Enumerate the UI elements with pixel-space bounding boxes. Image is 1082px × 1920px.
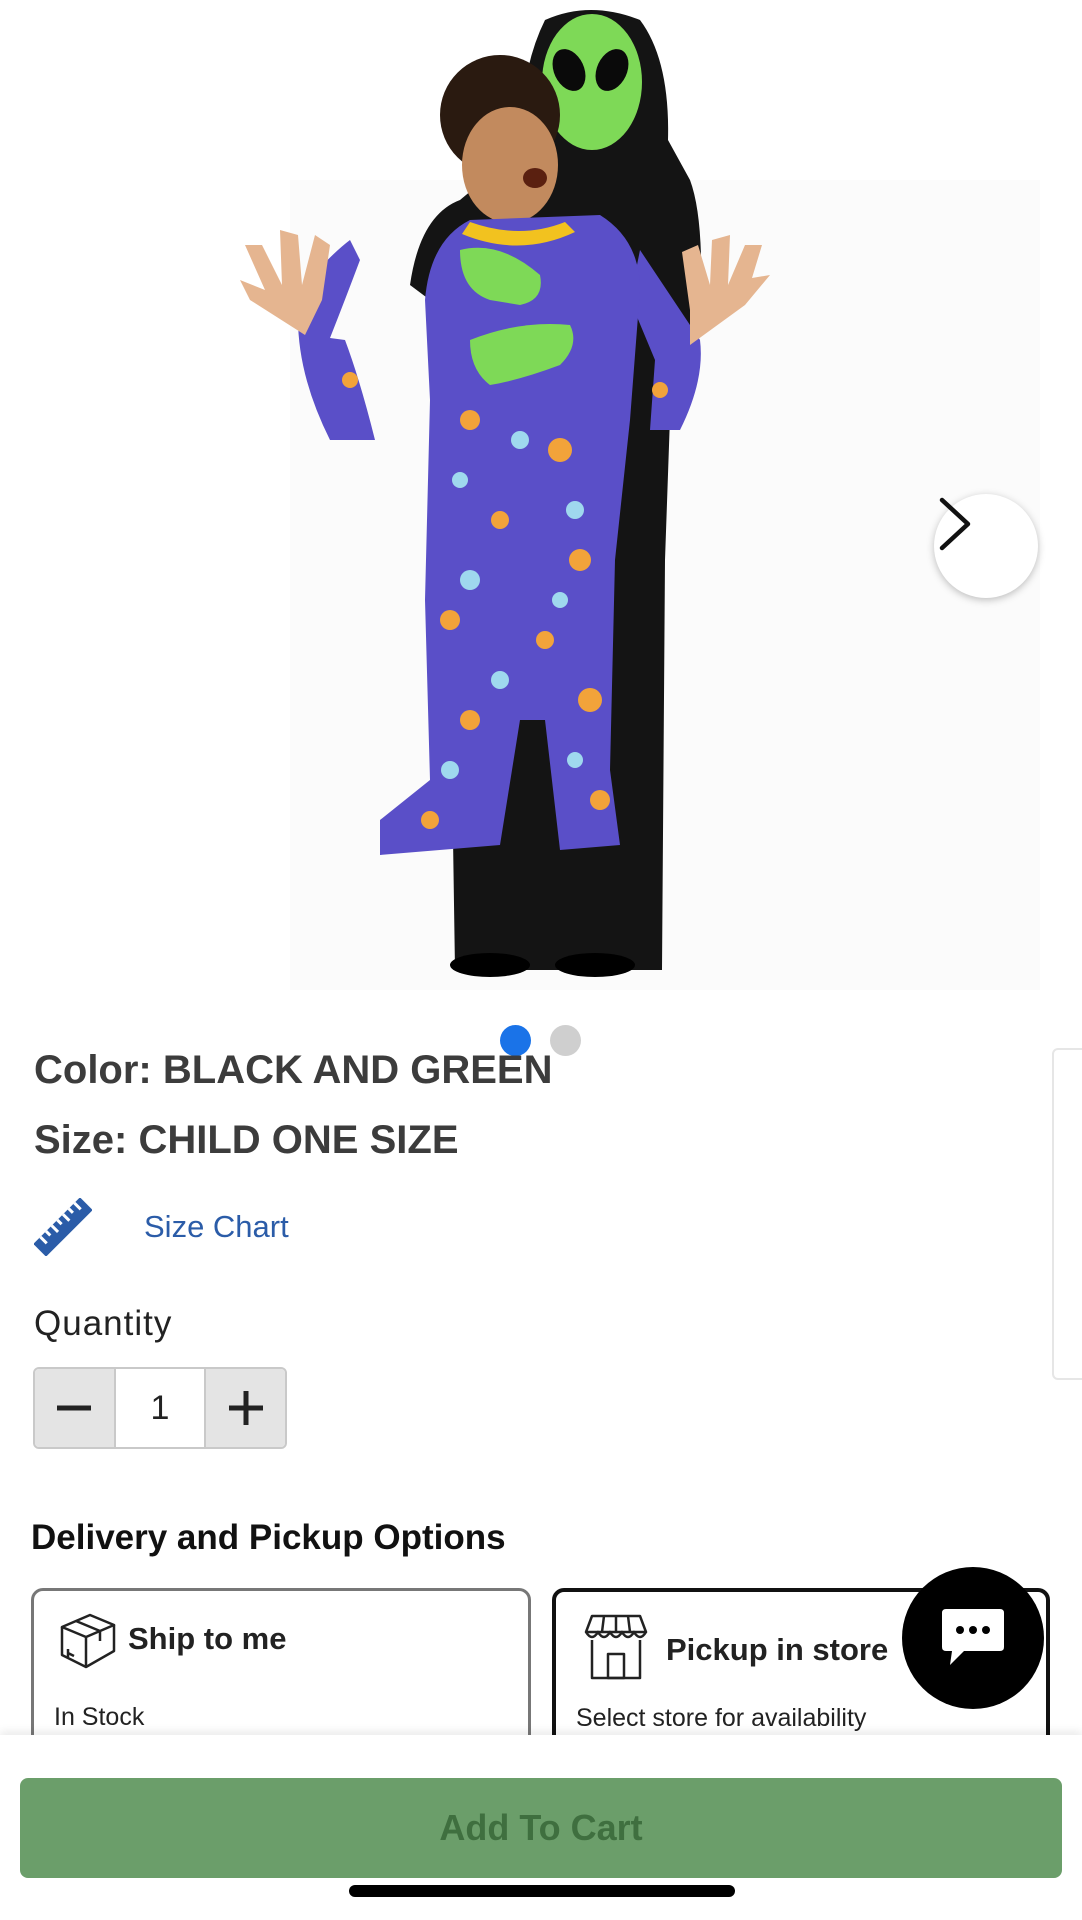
chevron-right-icon bbox=[939, 497, 971, 551]
product-image-carousel[interactable] bbox=[0, 0, 1082, 1000]
add-to-cart-button[interactable]: Add To Cart bbox=[20, 1778, 1062, 1878]
store-icon bbox=[584, 1614, 648, 1680]
ship-to-me-option[interactable]: Ship to me In Stock bbox=[31, 1588, 531, 1748]
plus-icon bbox=[228, 1391, 263, 1425]
box-icon bbox=[60, 1613, 116, 1669]
size-chart-label: Size Chart bbox=[144, 1209, 289, 1244]
color-label: Color: BLACK AND GREEN bbox=[34, 1048, 553, 1092]
decrement-button[interactable] bbox=[35, 1369, 114, 1447]
minus-icon bbox=[57, 1405, 92, 1411]
home-indicator[interactable] bbox=[349, 1885, 735, 1897]
quantity-stepper: 1 bbox=[33, 1367, 287, 1449]
carousel-dot-2[interactable] bbox=[550, 1025, 581, 1056]
chat-bubble-icon bbox=[942, 1609, 1004, 1665]
next-image-button[interactable] bbox=[934, 494, 1038, 598]
ship-to-me-status: In Stock bbox=[54, 1703, 145, 1731]
ruler-icon bbox=[34, 1198, 92, 1256]
size-label: Size: CHILD ONE SIZE bbox=[34, 1118, 459, 1162]
product-image bbox=[240, 10, 1040, 990]
ship-to-me-title: Ship to me bbox=[128, 1621, 287, 1656]
side-panel-edge bbox=[1052, 1048, 1082, 1380]
pickup-in-store-title: Pickup in store bbox=[666, 1632, 889, 1667]
chat-button[interactable] bbox=[902, 1567, 1044, 1709]
quantity-label: Quantity bbox=[34, 1304, 173, 1343]
size-chart-link[interactable]: Size Chart bbox=[34, 1198, 289, 1256]
sticky-footer: Add To Cart bbox=[0, 1735, 1082, 1920]
delivery-heading: Delivery and Pickup Options bbox=[31, 1518, 506, 1557]
increment-button[interactable] bbox=[206, 1369, 285, 1447]
quantity-input[interactable]: 1 bbox=[113, 1369, 207, 1447]
pickup-in-store-status: Select store for availability bbox=[576, 1704, 867, 1732]
